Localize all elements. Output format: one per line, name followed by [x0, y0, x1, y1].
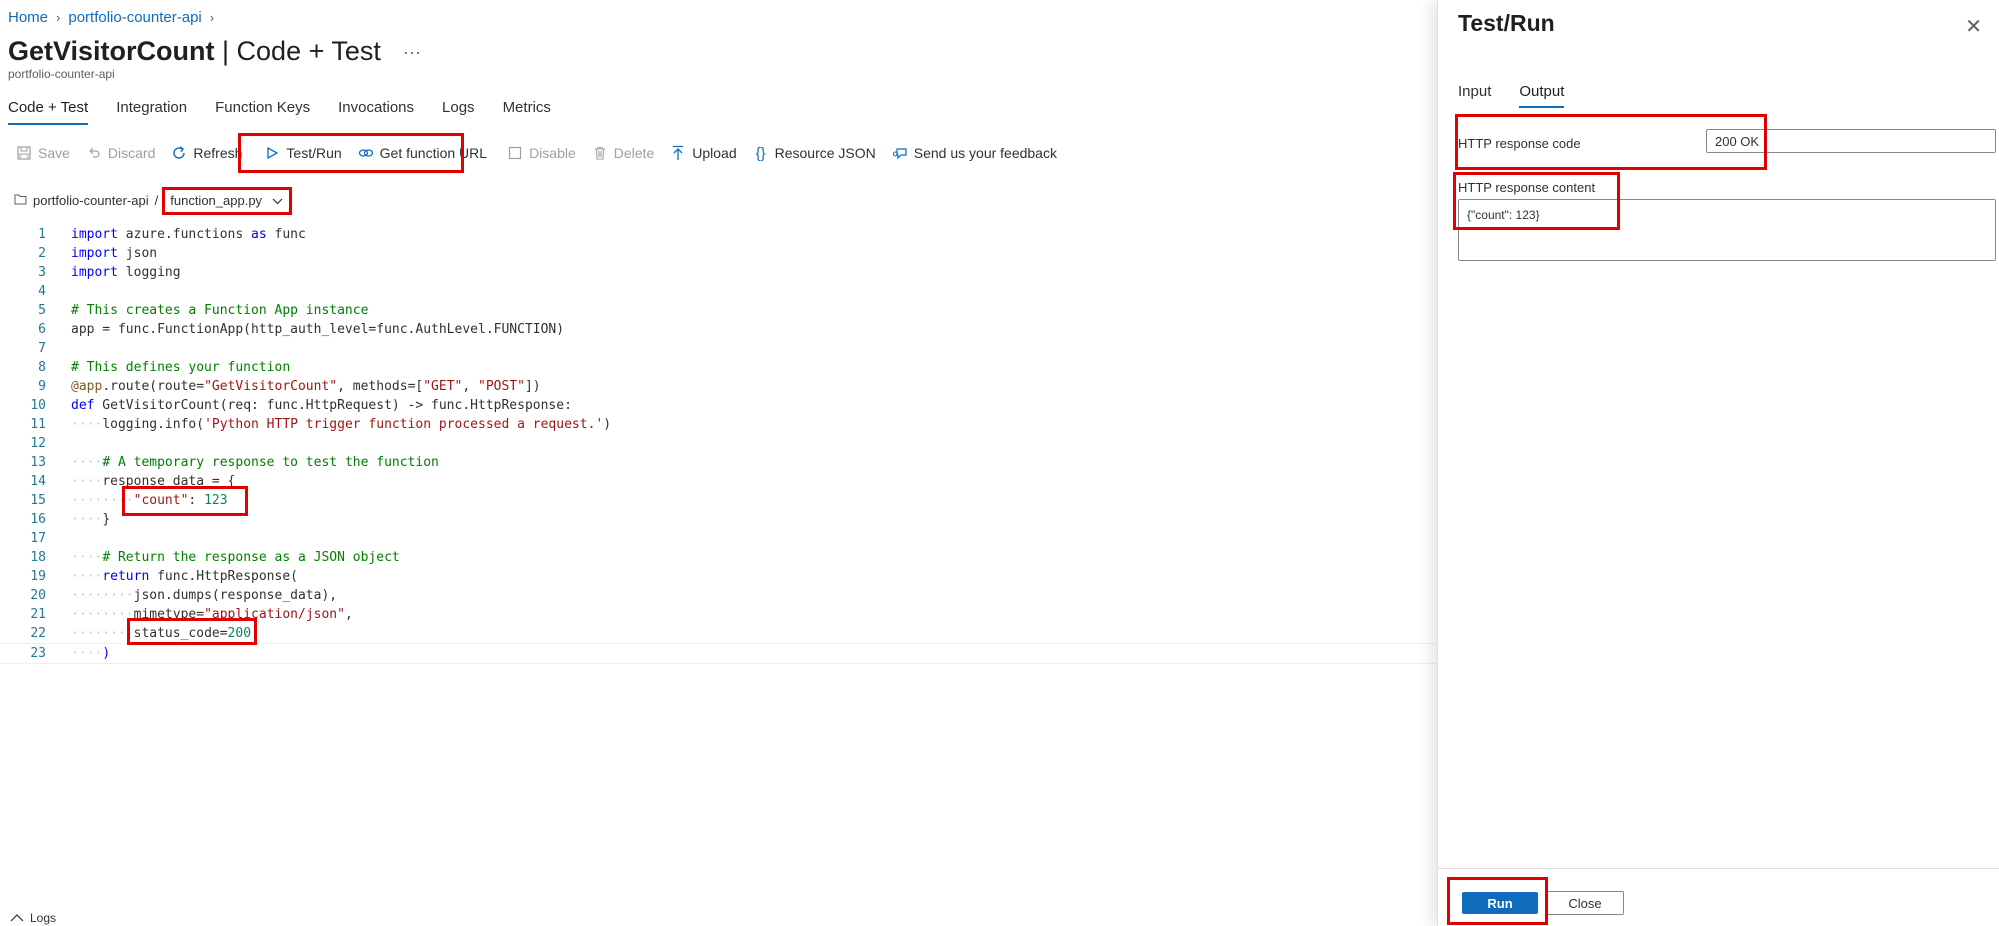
response-content-label: HTTP response content — [1458, 180, 1596, 195]
link-icon — [358, 145, 374, 161]
test-run-button[interactable]: Test/Run — [256, 145, 349, 161]
checkbox-icon — [507, 145, 523, 161]
delete-button[interactable]: Delete — [584, 145, 662, 161]
logs-label: Logs — [30, 911, 57, 925]
breadcrumb-resource-link[interactable]: portfolio-counter-api — [68, 9, 201, 26]
code-line: 10 def GetVisitorCount(req: func.HttpRequ… — [30, 398, 572, 413]
response-code-label: HTTP response code — [1458, 136, 1581, 151]
folder-icon — [14, 193, 27, 208]
code-line: 19 ····return func.HttpResponse( — [30, 569, 298, 584]
folder-name: portfolio-counter-api — [33, 193, 149, 208]
code-line: 2 import json — [38, 246, 158, 261]
code-line: 23 ····) — [0, 643, 1437, 664]
code-editor[interactable]: 1 import azure.functions as func 2 import … — [0, 225, 1437, 665]
discard-button[interactable]: Discard — [78, 145, 163, 161]
chevron-right-icon: › — [56, 10, 61, 25]
code-line: 6 app = func.FunctionApp(http_auth_level=… — [38, 322, 565, 337]
disable-label: Disable — [529, 145, 576, 161]
save-button[interactable]: Save — [8, 145, 78, 161]
tab-integration[interactable]: Integration — [116, 99, 187, 125]
close-icon[interactable]: ✕ — [1965, 14, 1982, 39]
discard-label: Discard — [107, 145, 156, 161]
more-options-icon[interactable]: ··· — [403, 42, 421, 62]
close-button[interactable]: Close — [1546, 891, 1624, 915]
test-run-panel: Test/Run ✕ Input Output HTTP response co… — [1437, 0, 1999, 926]
response-code-field[interactable] — [1706, 129, 1996, 153]
chevron-up-icon — [10, 911, 24, 925]
code-line: 4 — [38, 284, 46, 299]
refresh-label: Refresh — [193, 145, 243, 161]
code-line: 8 # This defines your function — [38, 360, 291, 375]
panel-footer-divider — [1438, 868, 1999, 869]
file-path-bar: portfolio-counter-api / function_app.py — [14, 191, 289, 210]
tab-code-test[interactable]: Code + Test — [8, 99, 89, 125]
code-line: 22 ········status_code=200 — [30, 626, 252, 641]
feedback-icon — [892, 145, 908, 161]
tab-input[interactable]: Input — [1458, 83, 1491, 108]
save-label: Save — [38, 145, 70, 161]
trash-icon — [592, 145, 608, 161]
code-line: 1 import azure.functions as func — [38, 227, 306, 242]
get-function-url-label: Get function URL — [379, 145, 488, 161]
get-function-url-button[interactable]: Get function URL — [350, 145, 495, 161]
response-content-field[interactable]: {"count": 123} — [1458, 199, 1996, 261]
code-line: 7 — [38, 341, 46, 356]
function-tabs: Code + Test Integration Function Keys In… — [8, 99, 551, 125]
code-line: 18 ····# Return the response as a JSON ob… — [30, 550, 400, 565]
upload-icon — [670, 145, 686, 161]
code-line: 14 ····response_data = { — [30, 474, 236, 489]
code-line: 12 — [30, 436, 46, 451]
code-line: 20 ········json.dumps(response_data), — [30, 588, 338, 603]
chevron-right-icon: › — [209, 10, 215, 25]
tab-output[interactable]: Output — [1519, 83, 1565, 108]
braces-icon: {} — [755, 144, 766, 162]
command-bar: Save Discard Refresh Test/Run Get functi… — [8, 138, 1065, 168]
code-line: 15 ········"count": 123 — [30, 493, 228, 508]
refresh-button[interactable]: Refresh — [163, 145, 250, 161]
send-feedback-button[interactable]: Send us your feedback — [884, 145, 1065, 161]
page-subtitle: portfolio-counter-api — [8, 67, 115, 81]
code-line: 9 @app.route(route="GetVisitorCount", met… — [38, 379, 541, 394]
refresh-icon — [171, 145, 187, 161]
tab-metrics[interactable]: Metrics — [503, 99, 551, 125]
code-line: 3 import logging — [38, 265, 181, 280]
page-title: GetVisitorCount | Code + Test ··· — [8, 36, 421, 67]
panel-tabs: Input Output — [1458, 83, 1565, 108]
play-icon — [264, 145, 280, 161]
function-name: GetVisitorCount — [8, 36, 215, 66]
run-button[interactable]: Run — [1462, 892, 1538, 914]
upload-button[interactable]: Upload — [662, 145, 744, 161]
panel-title: Test/Run — [1458, 10, 1555, 36]
tab-function-keys[interactable]: Function Keys — [215, 99, 310, 125]
code-line: 16 ····} — [30, 512, 111, 527]
tab-invocations[interactable]: Invocations — [338, 99, 414, 125]
resource-json-button[interactable]: {} Resource JSON — [745, 144, 884, 162]
undo-icon — [86, 145, 102, 161]
disable-button[interactable]: Disable — [499, 145, 584, 161]
code-line: 17 — [30, 531, 46, 546]
code-line: 13 ····# A temporary response to test the… — [30, 455, 439, 470]
tab-logs[interactable]: Logs — [442, 99, 475, 125]
save-icon — [16, 145, 32, 161]
file-selector-dropdown[interactable]: function_app.py — [164, 191, 289, 210]
resource-json-label: Resource JSON — [774, 145, 876, 161]
breadcrumb: Home › portfolio-counter-api › — [8, 9, 214, 26]
code-line: 5 # This creates a Function App instance — [38, 303, 369, 318]
code-line: 11 ····logging.info('Python HTTP trigger … — [30, 417, 612, 432]
code-line: 21 ········mimetype="application/json", — [30, 607, 353, 622]
upload-label: Upload — [692, 145, 737, 161]
breadcrumb-home-link[interactable]: Home — [8, 9, 48, 26]
file-selector-value: function_app.py — [170, 193, 263, 208]
delete-label: Delete — [613, 145, 655, 161]
send-feedback-label: Send us your feedback — [913, 145, 1057, 161]
test-run-label: Test/Run — [286, 145, 342, 161]
logs-toggle[interactable]: Logs — [10, 911, 56, 925]
path-separator: / — [154, 193, 159, 208]
page-title-suffix: | Code + Test — [214, 36, 381, 66]
chevron-down-icon — [272, 193, 283, 208]
